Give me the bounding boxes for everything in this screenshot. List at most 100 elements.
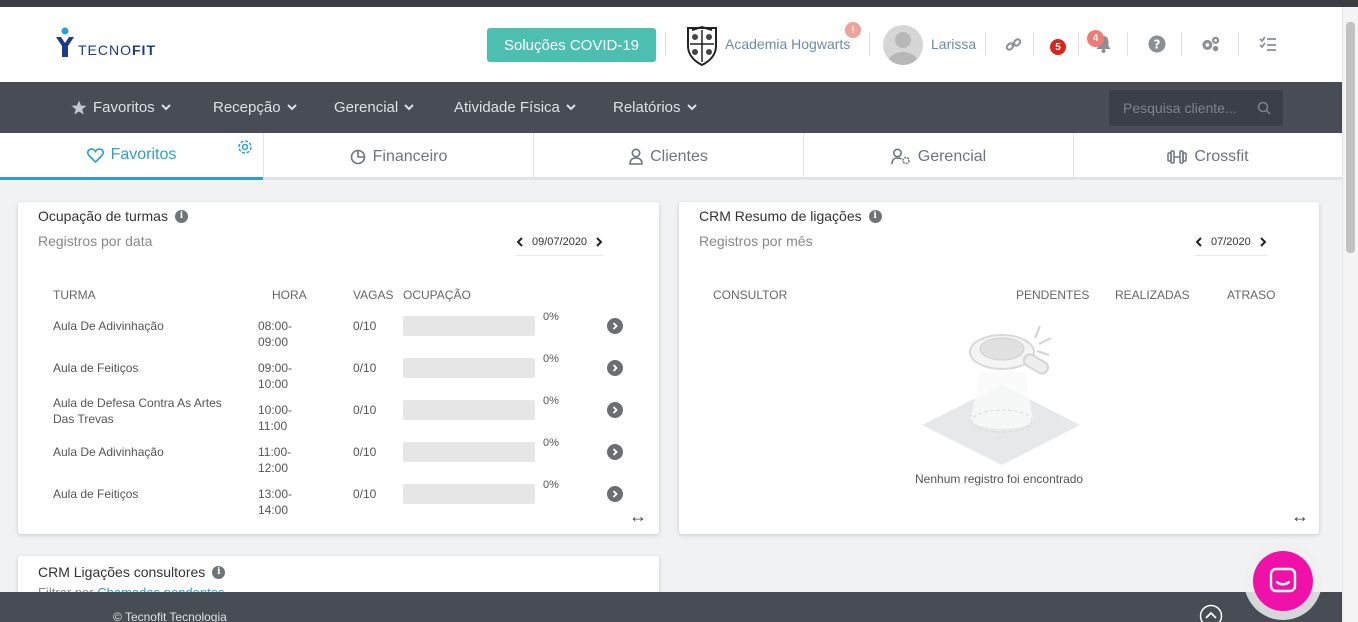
nav-relatorios[interactable]: Relatórios <box>613 99 697 116</box>
crm-resumo-card: CRM Resumo de ligações i Registros por m… <box>679 202 1319 534</box>
tab-gerencial[interactable]: Gerencial <box>804 133 1073 180</box>
divider <box>1127 32 1128 56</box>
row-details-button[interactable] <box>607 486 623 502</box>
row-details-button[interactable] <box>607 318 623 334</box>
scrollbar-thumb[interactable] <box>1346 22 1355 253</box>
nav-label: Favoritos <box>93 99 155 116</box>
column-header: CONSULTOR <box>713 288 788 302</box>
turma-name: Aula de Feitiços <box>53 361 139 375</box>
chat-count-badge[interactable]: 5 <box>1050 39 1066 55</box>
nav-label: Recepção <box>213 99 281 116</box>
chevron-right-icon[interactable] <box>595 236 603 247</box>
row-details-button[interactable] <box>607 402 623 418</box>
search-icon[interactable] <box>1257 101 1271 115</box>
avatar[interactable] <box>883 25 923 65</box>
row-details-button[interactable] <box>607 444 623 460</box>
card-subtitle: Registros por mês <box>699 233 813 249</box>
occupancy-bar <box>403 442 535 462</box>
support-chat-button[interactable] <box>1253 551 1313 611</box>
ocupacao-card: Ocupação de turmas i Registros por data … <box>18 202 659 534</box>
divider <box>665 32 666 56</box>
nav-atividade-fisica[interactable]: Atividade Física <box>454 99 576 116</box>
chevron-down-icon <box>286 104 297 111</box>
info-icon[interactable]: i <box>868 209 882 223</box>
info-icon[interactable]: i <box>174 209 188 223</box>
card-subtitle: Registros por data <box>38 233 153 249</box>
tab-clientes[interactable]: Clientes <box>534 133 803 180</box>
footer: © Tecnofit Tecnologia <box>0 592 1342 622</box>
tecnofit-logo[interactable]: TECNOFIT <box>54 27 156 59</box>
occupancy-bar <box>403 484 535 504</box>
turma-hora: 09:00-10:00 <box>258 361 293 391</box>
turma-vagas: 0/10 <box>353 445 377 459</box>
academy-alert-badge: ! <box>845 22 861 38</box>
chevron-left-icon[interactable] <box>1195 236 1203 247</box>
occupancy-percent: 0% <box>543 311 559 323</box>
chevron-down-icon <box>404 104 414 111</box>
user-avatar-icon <box>888 32 918 65</box>
empty-search-illustration-icon <box>922 325 1080 465</box>
info-icon[interactable]: i <box>212 565 226 579</box>
settings-gears-icon[interactable] <box>1201 34 1221 54</box>
chevron-right-icon[interactable] <box>1259 236 1267 247</box>
card-title-text: CRM Ligações consultores <box>38 564 206 580</box>
turma-vagas: 0/10 <box>353 487 377 501</box>
nav-label: Relatórios <box>613 99 681 116</box>
occupancy-bar <box>403 316 535 336</box>
row-details-button[interactable] <box>607 360 623 376</box>
chat-bubble-icon <box>1269 567 1297 593</box>
gear-icon[interactable] <box>236 138 254 161</box>
turma-name: Aula De Adivinhação <box>53 319 164 333</box>
link-icon[interactable] <box>1003 34 1023 54</box>
resize-horizontal-icon[interactable]: ↔ <box>629 506 647 527</box>
occupancy-percent: 0% <box>543 353 559 365</box>
month-value[interactable]: 07/2020 <box>1211 236 1251 248</box>
column-header: REALIZADAS <box>1115 288 1190 302</box>
chevron-left-icon[interactable] <box>516 236 524 247</box>
date-value[interactable]: 09/07/2020 <box>532 236 587 248</box>
turma-hora: 08:00-09:00 <box>258 319 293 349</box>
divider <box>869 32 870 56</box>
tab-crossfit[interactable]: Crossfit <box>1074 133 1342 180</box>
checklist-icon[interactable] <box>1258 34 1278 54</box>
turma-name: Aula de Defesa Contra As Artes Das Treva… <box>53 396 222 426</box>
occupancy-percent: 0% <box>543 479 559 491</box>
divider <box>1078 32 1079 56</box>
client-search-input[interactable] <box>1123 100 1253 116</box>
resize-horizontal-icon[interactable]: ↔ <box>1291 506 1309 527</box>
user-name-link[interactable]: Larissa <box>931 36 976 52</box>
nav-recepcao[interactable]: Recepção <box>213 99 297 116</box>
hogwarts-crest-icon[interactable] <box>682 24 722 66</box>
column-header: TURMA <box>53 288 96 302</box>
nav-favoritos[interactable]: Favoritos <box>71 99 171 116</box>
column-header: PENDENTES <box>1016 288 1090 302</box>
occupancy-bar <box>403 400 535 420</box>
chevron-right-icon <box>612 490 618 498</box>
chevron-down-icon <box>160 104 171 111</box>
academy-name-link[interactable]: Academia Hogwarts <box>725 36 850 52</box>
occupancy-percent: 0% <box>543 395 559 407</box>
divider <box>1033 32 1034 56</box>
tab-favoritos[interactable]: Favoritos <box>0 133 263 180</box>
card-title: CRM Resumo de ligações i <box>699 208 882 224</box>
top-strip <box>0 0 1358 7</box>
column-header: ATRASO <box>1227 288 1276 302</box>
turma-name: Aula de Feitiços <box>53 487 139 501</box>
column-header: VAGAS <box>353 288 394 302</box>
card-title-text: Ocupação de turmas <box>38 208 168 224</box>
column-header: OCUPAÇÃO <box>403 288 471 302</box>
tab-financeiro[interactable]: Financeiro <box>264 133 533 180</box>
nav-label: Gerencial <box>334 99 399 116</box>
divider <box>1238 32 1239 56</box>
date-picker: 09/07/2020 <box>516 228 604 256</box>
divider <box>1181 32 1182 56</box>
covid-solutions-button[interactable]: Soluções COVID-19 <box>487 28 656 62</box>
tab-label: Gerencial <box>917 147 987 165</box>
turma-vagas: 0/10 <box>353 319 377 333</box>
user-icon <box>629 148 643 165</box>
nav-gerencial[interactable]: Gerencial <box>334 99 414 116</box>
help-icon[interactable]: ? <box>1147 34 1167 54</box>
scroll-to-top-icon[interactable] <box>1199 604 1223 622</box>
page-scrollbar[interactable] <box>1342 7 1358 622</box>
chevron-right-icon <box>612 364 618 372</box>
